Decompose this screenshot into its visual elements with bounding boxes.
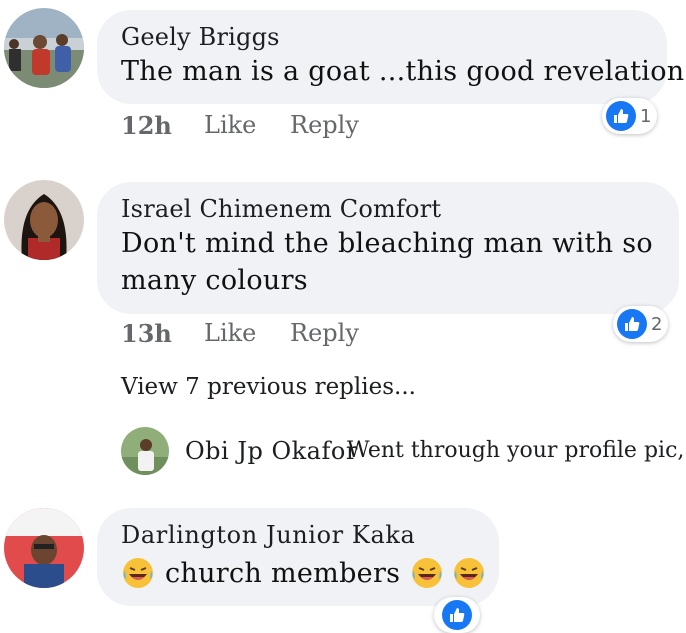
comment-text: The man is a goat ...this good revelatio… <box>121 56 685 87</box>
like-button[interactable]: Like <box>204 111 256 139</box>
reply-button[interactable]: Reply <box>290 319 359 347</box>
laughing-tears-emoji-icon <box>452 556 486 590</box>
view-previous-replies-link[interactable]: View 7 previous replies... <box>121 374 416 400</box>
comment-author[interactable]: Israel Chimenem Comfort <box>121 195 441 223</box>
like-button[interactable]: Like <box>204 319 256 347</box>
reaction-summary[interactable]: 2 <box>613 306 669 342</box>
avatar-israel-chimenem-comfort[interactable] <box>4 180 84 260</box>
comment-text: church members <box>121 556 486 590</box>
comment-author[interactable]: Darlington Junior Kaka <box>121 521 415 549</box>
comment-text-line1: Don't mind the bleaching man with so <box>121 228 653 259</box>
reply-button[interactable]: Reply <box>290 111 359 139</box>
reaction-summary[interactable]: 1 <box>602 98 658 134</box>
comment-timestamp[interactable]: 13h <box>121 319 172 348</box>
reaction-summary-partial[interactable] <box>434 597 480 633</box>
reaction-count: 1 <box>640 105 652 127</box>
like-thumb-icon <box>442 600 472 630</box>
comment-text-line2: many colours <box>121 265 308 296</box>
laughing-tears-emoji-icon <box>121 556 155 590</box>
avatar-darlington-junior-kaka[interactable] <box>4 508 84 588</box>
reply-preview-text[interactable]: Went through your profile pic,... <box>347 438 686 463</box>
avatar-geely-briggs[interactable] <box>4 8 84 88</box>
comment-timestamp[interactable]: 12h <box>121 111 172 140</box>
reply-author[interactable]: Obi Jp Okafor <box>185 437 358 465</box>
reaction-count: 2 <box>651 313 663 335</box>
laughing-tears-emoji-icon <box>410 556 444 590</box>
avatar-obi-jp-okafor[interactable] <box>121 427 169 475</box>
like-thumb-icon <box>606 101 636 131</box>
comment-author[interactable]: Geely Briggs <box>121 23 280 51</box>
like-thumb-icon <box>617 309 647 339</box>
comment-text-words: church members <box>165 557 401 589</box>
